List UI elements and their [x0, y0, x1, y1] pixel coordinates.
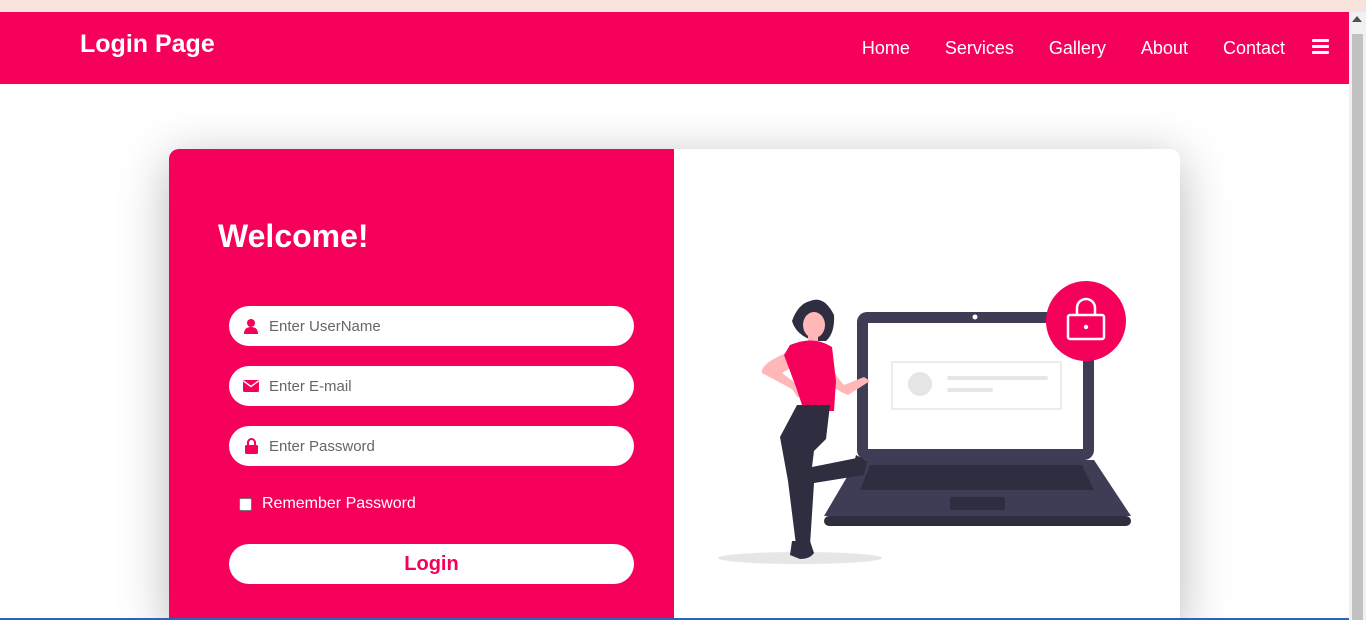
welcome-heading: Welcome!	[218, 218, 369, 254]
email-input[interactable]	[269, 377, 609, 395]
login-button[interactable]: Login	[229, 544, 634, 584]
navbar: Login Page Home Services Gallery About C…	[0, 12, 1349, 84]
login-card: Welcome! Remember Password Login	[169, 149, 1180, 620]
envelope-icon	[229, 366, 269, 406]
email-field[interactable]	[229, 366, 634, 406]
remember-password-checkbox[interactable]	[239, 497, 252, 511]
user-icon	[229, 306, 269, 346]
scroll-up-arrow-icon[interactable]	[1352, 16, 1362, 22]
nav-link-contact[interactable]: Contact	[1223, 38, 1285, 59]
password-input[interactable]	[269, 437, 609, 455]
browser-top-strip	[0, 0, 1366, 12]
page-scrollbar[interactable]	[1349, 12, 1366, 620]
scrollbar-thumb[interactable]	[1352, 34, 1363, 620]
username-input[interactable]	[269, 317, 609, 335]
nav-links: Home Services Gallery About Contact	[862, 12, 1349, 84]
login-illustration	[718, 281, 1131, 564]
login-form-panel: Welcome! Remember Password Login	[169, 149, 674, 620]
remember-password-label[interactable]: Remember Password	[262, 495, 416, 513]
remember-password-row[interactable]: Remember Password	[239, 495, 416, 513]
illustration-panel	[674, 149, 1180, 620]
password-field[interactable]	[229, 426, 634, 466]
nav-link-services[interactable]: Services	[945, 38, 1014, 59]
lock-icon	[229, 426, 269, 466]
nav-link-home[interactable]: Home	[862, 38, 910, 59]
nav-link-about[interactable]: About	[1141, 38, 1188, 59]
nav-link-gallery[interactable]: Gallery	[1049, 38, 1106, 59]
brand-title[interactable]: Login Page	[80, 30, 215, 59]
username-field[interactable]	[229, 306, 634, 346]
hamburger-menu-icon[interactable]	[1312, 38, 1329, 54]
